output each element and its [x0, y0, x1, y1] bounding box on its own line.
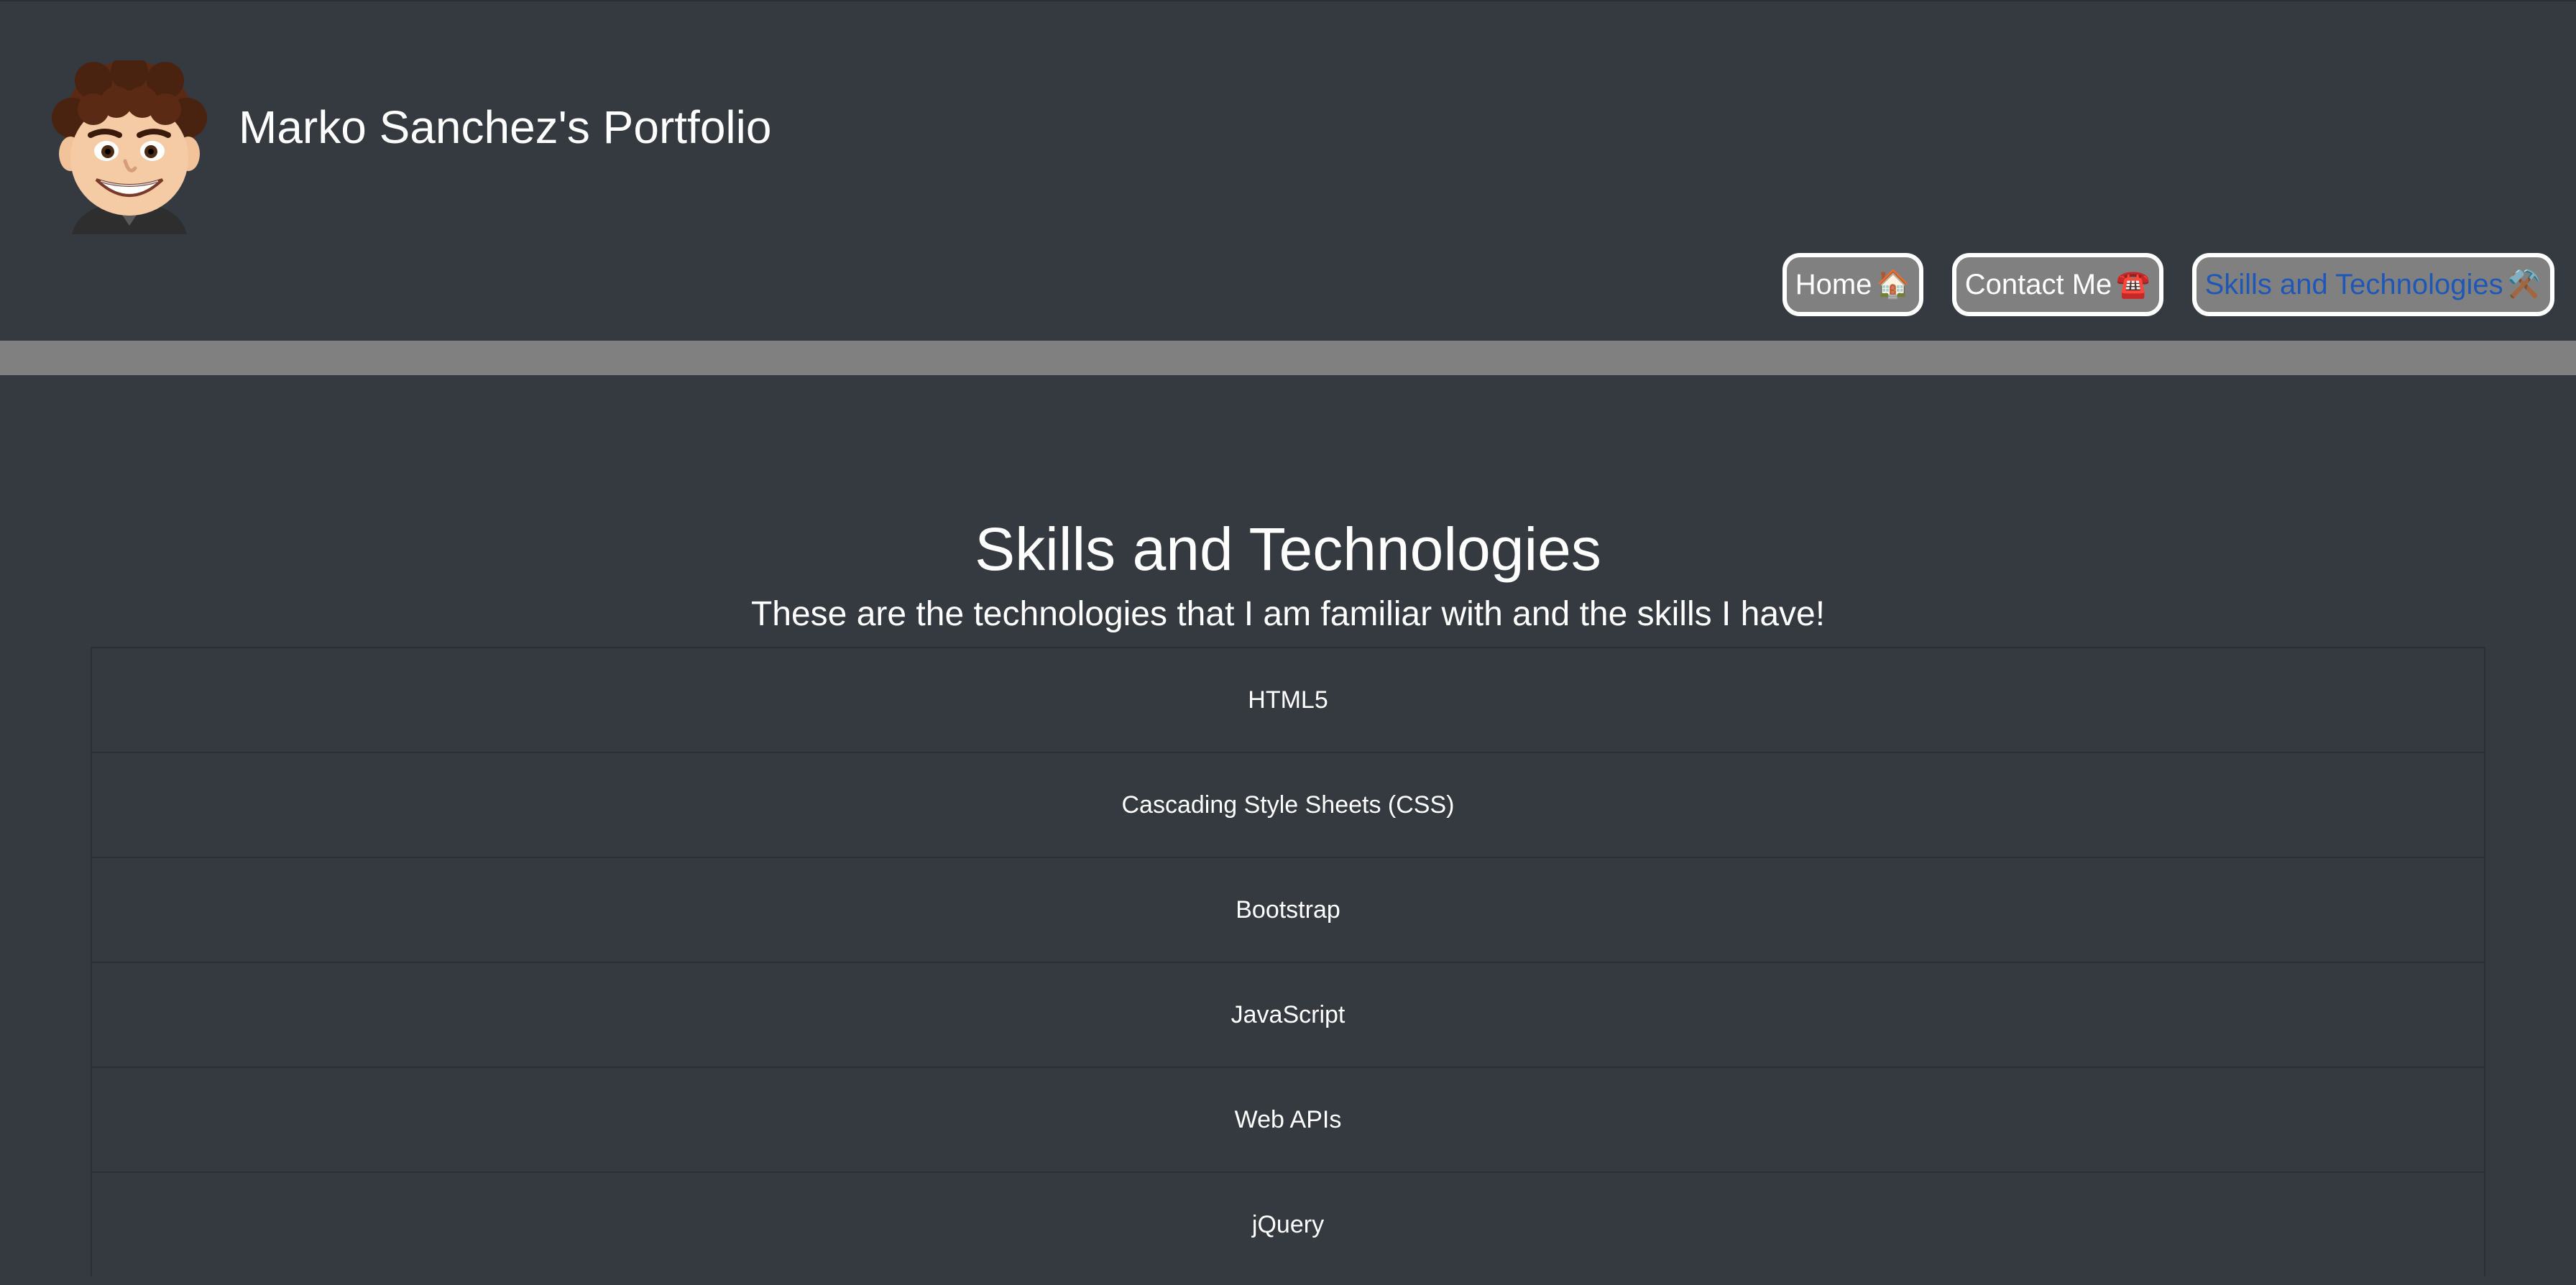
nav-home-button[interactable]: Home 🏠	[1782, 253, 1923, 316]
nav-skills-button[interactable]: Skills and Technologies ⚒️	[2191, 253, 2554, 316]
main-nav: Home 🏠 Contact Me ☎️ Skills and Technolo…	[1782, 253, 2554, 316]
nav-skills-label: Skills and Technologies	[2204, 269, 2503, 300]
skills-list: HTML5 Cascading Style Sheets (CSS) Boots…	[91, 647, 2485, 1276]
skill-item: jQuery	[92, 1171, 2484, 1276]
skill-item: Bootstrap	[92, 857, 2484, 962]
nav-contact-label: Contact Me	[1964, 269, 2112, 300]
page-title: Skills and Technologies	[975, 515, 1601, 583]
site-title: Marko Sanchez's Portfolio	[239, 101, 772, 153]
telephone-icon: ☎️	[2116, 270, 2150, 300]
page-subtitle: These are the technologies that I am fam…	[750, 595, 1826, 633]
nav-contact-button[interactable]: Contact Me ☎️	[1951, 253, 2163, 316]
house-icon: 🏠	[1876, 270, 1910, 300]
avatar	[50, 53, 208, 234]
skill-item: JavaScript	[92, 962, 2484, 1067]
skill-item: Web APIs	[92, 1067, 2484, 1171]
hammer-pick-icon: ⚒️	[2507, 270, 2542, 300]
cartoon-avatar-icon	[52, 53, 207, 234]
site-header: Marko Sanchez's Portfolio Home 🏠 Contact…	[0, 0, 2576, 341]
skill-item: Cascading Style Sheets (CSS)	[92, 752, 2484, 857]
skill-item: HTML5	[92, 647, 2484, 752]
header-divider	[0, 341, 2576, 375]
nav-home-label: Home	[1795, 269, 1872, 300]
